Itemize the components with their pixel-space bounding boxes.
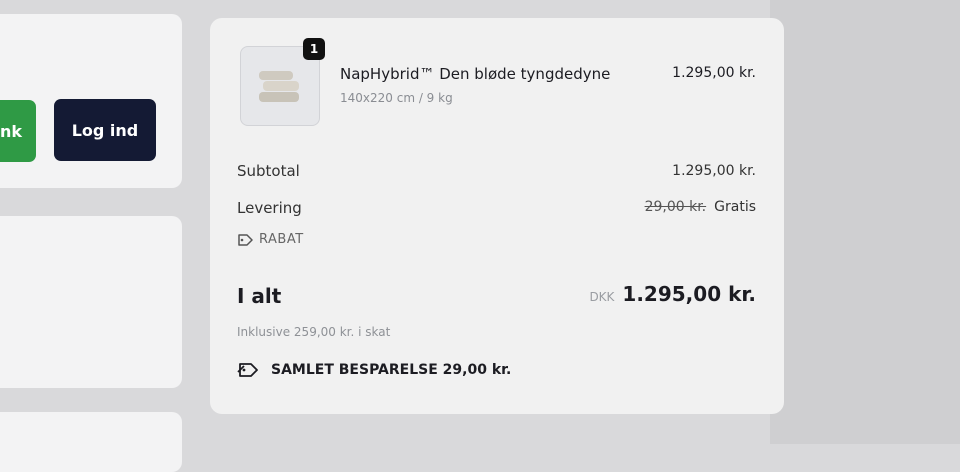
tag-icon: [238, 233, 253, 246]
tags-icon: [237, 363, 258, 377]
subtotal-label: Subtotal: [237, 162, 300, 180]
side-card: [0, 216, 182, 388]
side-card-lower: [0, 412, 182, 472]
product-price: 1.295,00 kr.: [672, 65, 756, 81]
product-name: NapHybrid™ Den bløde tyngdedyne: [340, 65, 611, 83]
green-action-button[interactable]: nk: [0, 100, 36, 162]
discount-toggle[interactable]: RABAT: [237, 232, 304, 247]
shipping-value: Gratis: [714, 199, 756, 215]
total-group: DKK 1.295,00 kr.: [589, 282, 756, 306]
page-background: [770, 0, 960, 444]
shipping-value-group: 29,00 kr. Gratis: [645, 199, 756, 215]
subtotal-value: 1.295,00 kr.: [672, 163, 756, 179]
total-amount: 1.295,00 kr.: [622, 282, 756, 306]
total-currency: DKK: [589, 290, 615, 304]
login-button[interactable]: Log ind: [54, 99, 156, 161]
discount-label: RABAT: [259, 232, 304, 247]
duvet-image-icon: [259, 71, 299, 102]
total-savings: SAMLET BESPARELSE 29,00 kr.: [237, 361, 511, 379]
shipping-original-price: 29,00 kr.: [644, 199, 707, 215]
quantity-badge: 1: [303, 38, 325, 60]
shipping-label: Levering: [237, 199, 302, 217]
total-label: I alt: [237, 284, 282, 308]
tax-note: Inklusive 259,00 kr. i skat: [237, 325, 391, 339]
savings-text: SAMLET BESPARELSE 29,00 kr.: [271, 362, 512, 378]
order-summary-panel: 1 NapHybrid™ Den bløde tyngdedyne 140x22…: [210, 18, 784, 414]
product-variant: 140x220 cm / 9 kg: [340, 91, 453, 105]
